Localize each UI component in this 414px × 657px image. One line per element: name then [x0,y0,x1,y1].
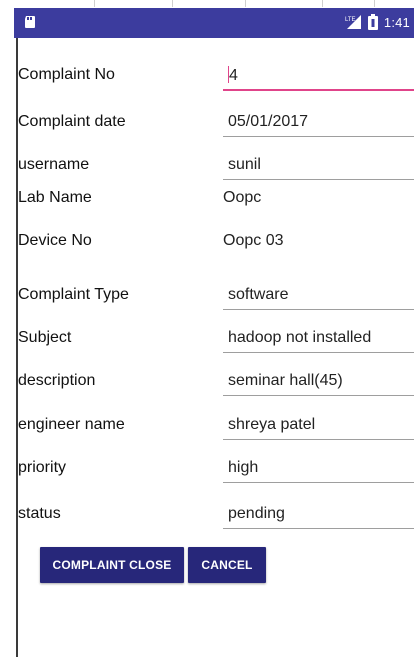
subject-label: Subject [18,329,72,346]
status-input[interactable]: pending [228,505,285,523]
device-no-label: Device No [18,232,92,249]
description-label: description [18,372,96,389]
complaint-date-label: Complaint date [18,113,126,130]
engineer-name-underline [223,439,414,440]
complaint-no-value: 4 [229,67,238,84]
device-no-row: Device No Oopc 03 [18,232,414,268]
lab-name-label: Lab Name [18,189,92,206]
complaint-type-label: Complaint Type [18,286,129,303]
svg-text:LTE: LTE [345,17,356,23]
username-row: username sunil [18,156,414,192]
lab-name-value: Oopc [223,189,262,206]
priority-label: priority [18,459,67,476]
frame-divider [374,0,375,7]
status-underline [223,528,414,529]
priority-row: priority high [18,459,414,495]
username-label: username [18,156,90,173]
window-frame-top [0,0,414,8]
username-underline [223,179,414,180]
engineer-name-label: engineer name [18,416,125,433]
complaint-no-label: Complaint No [18,66,115,83]
complaint-type-input[interactable]: software [228,286,288,304]
complaint-no-input[interactable]: 4 [228,66,238,85]
description-underline [223,395,414,396]
notification-icon [25,16,35,28]
battery-icon [367,14,378,30]
status-label: status [18,505,61,522]
priority-input[interactable]: high [228,459,258,477]
complaint-form: Complaint No 4 Complaint date 05/01/2017… [18,38,414,657]
complaint-date-input[interactable]: 05/01/2017 [228,113,308,131]
frame-divider [322,0,323,7]
complaint-date-row: Complaint date 05/01/2017 [18,113,414,149]
username-input[interactable]: sunil [228,156,261,174]
subject-input[interactable]: hadoop not installed [228,329,371,347]
frame-divider [245,0,246,7]
description-row: description seminar hall(45) [18,372,414,408]
complaint-no-underline [223,89,414,91]
description-input[interactable]: seminar hall(45) [228,372,343,390]
device-no-value: Oopc 03 [223,232,284,249]
engineer-name-input[interactable]: shreya patel [228,416,315,434]
priority-underline [223,482,414,483]
engineer-name-row: engineer name shreya patel [18,416,414,452]
clock-time: 1:41 [383,14,410,30]
status-row: status pending [18,505,414,541]
complaint-close-button[interactable]: COMPLAINT CLOSE [40,547,184,583]
status-bar: LTE 1:41 [14,8,414,38]
frame-divider [172,0,173,7]
subject-underline [223,352,414,353]
complaint-no-row: Complaint No 4 [18,66,414,102]
lab-name-row: Lab Name Oopc [18,189,414,225]
complaint-type-underline [223,309,414,310]
complaint-type-row: Complaint Type software [18,286,414,322]
cancel-button[interactable]: CANCEL [188,547,266,583]
frame-divider [94,0,95,7]
status-bar-edge [14,8,16,38]
subject-row: Subject hadoop not installed [18,329,414,365]
complaint-date-underline [223,136,414,137]
status-bar-right: LTE 1:41 [344,14,410,30]
signal-icon: LTE [345,15,361,29]
